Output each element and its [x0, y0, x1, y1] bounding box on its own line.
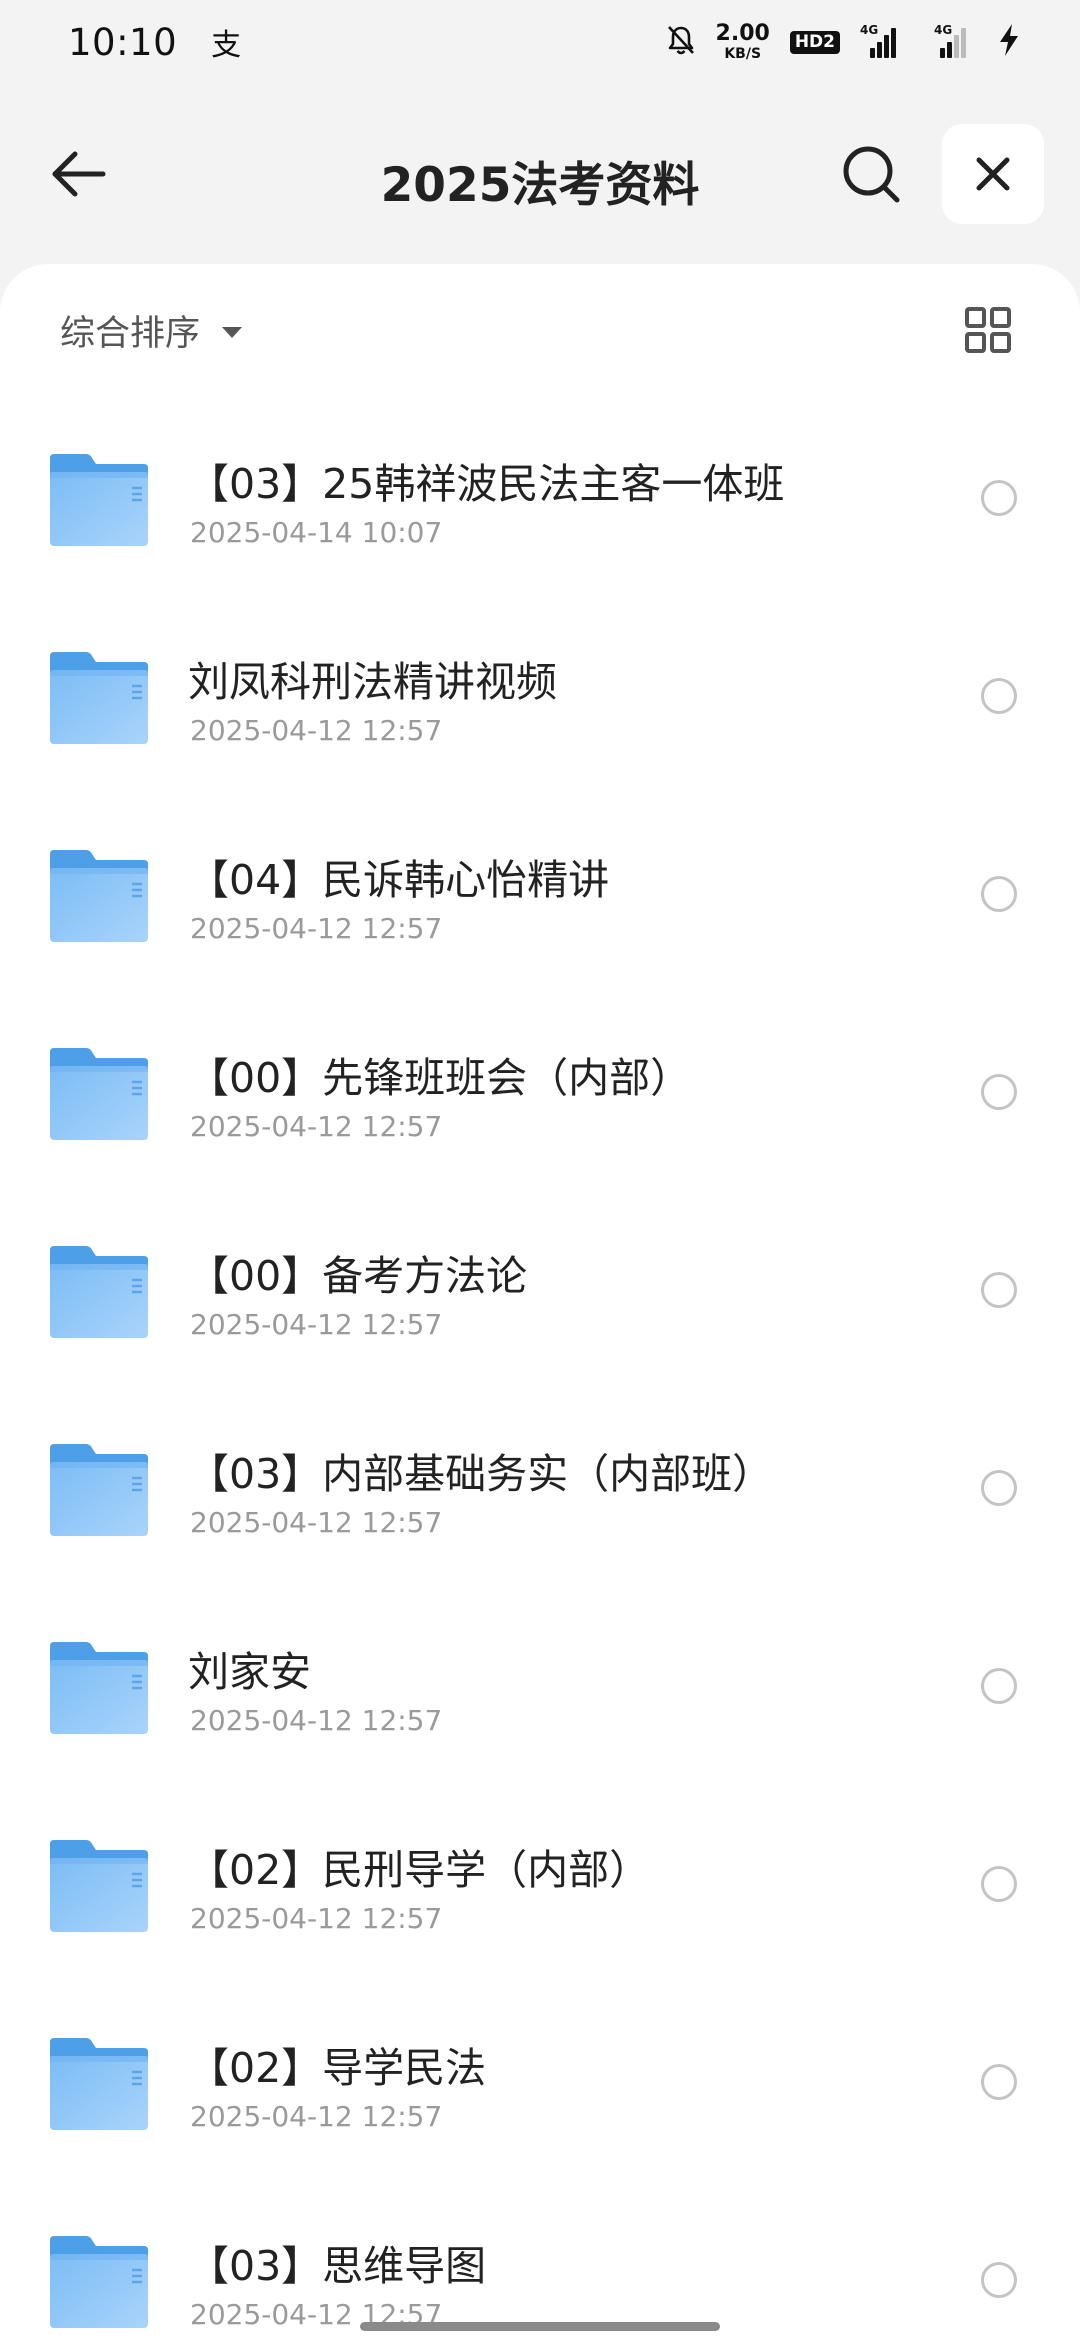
file-modified-date: 2025-04-12 12:57: [190, 1110, 443, 1143]
status-bar: 10:10 支 2.00 KB/S HD2 4G 4G: [0, 0, 1080, 84]
signal-icon: 4G: [860, 23, 906, 58]
file-list-item[interactable]: 【03】内部基础务实（内部班） 2025-04-12 12:57: [0, 1420, 1080, 1618]
file-modified-date: 2025-04-12 12:57: [190, 1506, 443, 1539]
signal-icon: 4G: [926, 23, 978, 58]
network-speed: 2.00 KB/S: [715, 21, 770, 62]
search-icon: [843, 146, 900, 203]
status-right: 2.00 KB/S HD2 4G 4G: [666, 23, 1020, 61]
folder-icon: [50, 2236, 148, 2328]
file-name: 【02】导学民法: [188, 2044, 487, 2092]
home-indicator[interactable]: [360, 2322, 720, 2331]
file-modified-date: 2025-04-12 12:57: [190, 1308, 443, 1341]
file-modified-date: 2025-04-12 12:57: [190, 912, 443, 945]
status-time: 10:10: [68, 20, 178, 64]
folder-icon: [50, 2038, 148, 2130]
folder-icon: [50, 652, 148, 744]
caret-down-icon: [222, 326, 243, 338]
sim1-network-label: 4G: [860, 23, 879, 37]
file-modified-date: 2025-04-12 12:57: [190, 1902, 443, 1935]
file-modified-date: 2025-04-14 10:07: [190, 516, 443, 549]
select-radio[interactable]: [981, 1074, 1017, 1110]
mute-bell-icon: [666, 24, 696, 60]
file-list-item[interactable]: 刘家安 2025-04-12 12:57: [0, 1618, 1080, 1816]
select-radio[interactable]: [981, 2064, 1017, 2100]
back-arrow-icon: [52, 151, 106, 197]
file-name: 【03】内部基础务实（内部班）: [188, 1450, 774, 1498]
file-modified-date: 2025-04-12 12:57: [190, 714, 443, 747]
file-name: 【04】民诉韩心怡精讲: [188, 856, 610, 904]
select-radio[interactable]: [981, 876, 1017, 912]
file-list-item[interactable]: 【00】备考方法论 2025-04-12 12:57: [0, 1222, 1080, 1420]
network-speed-value: 2.00: [715, 21, 770, 46]
file-list-item[interactable]: 【04】民诉韩心怡精讲 2025-04-12 12:57: [0, 826, 1080, 1024]
folder-icon: [50, 850, 148, 942]
file-modified-date: 2025-04-12 12:57: [190, 1704, 443, 1737]
file-browser-sheet: 综合排序 【03】25韩祥波民法主客一体班 2025-04-14 10:07 刘…: [0, 264, 1080, 2340]
file-list-item[interactable]: 【00】先锋班班会（内部） 2025-04-12 12:57: [0, 1024, 1080, 1222]
sim2-network-label: 4G: [934, 23, 953, 37]
folder-icon: [50, 454, 148, 546]
file-list-item[interactable]: 【03】思维导图 2025-04-12 12:57: [0, 2212, 1080, 2340]
select-radio[interactable]: [981, 2262, 1017, 2298]
folder-icon: [50, 1048, 148, 1140]
file-list: 【03】25韩祥波民法主客一体班 2025-04-14 10:07 刘凤科刑法精…: [0, 430, 1080, 2340]
select-radio[interactable]: [981, 1668, 1017, 1704]
alipay-notification-icon: 支: [211, 28, 242, 63]
file-list-item[interactable]: 【02】民刑导学（内部） 2025-04-12 12:57: [0, 1816, 1080, 2014]
close-button[interactable]: [942, 124, 1044, 224]
select-radio[interactable]: [981, 1866, 1017, 1902]
file-name: 【03】思维导图: [188, 2242, 487, 2290]
file-modified-date: 2025-04-12 12:57: [190, 2100, 443, 2133]
close-icon: [976, 157, 1010, 191]
folder-icon: [50, 1642, 148, 1734]
file-name: 【03】25韩祥波民法主客一体班: [188, 460, 785, 508]
page-title: 2025法考资料: [380, 158, 700, 213]
file-name: 【02】民刑导学（内部）: [188, 1846, 651, 1894]
file-name: 【00】先锋班班会（内部）: [188, 1054, 692, 1102]
select-radio[interactable]: [981, 480, 1017, 516]
status-left: 10:10 支: [68, 20, 241, 64]
sort-dropdown[interactable]: 综合排序: [60, 304, 243, 356]
sort-label: 综合排序: [60, 313, 201, 354]
charging-bolt-icon: [998, 23, 1020, 61]
top-app-bar: 2025法考资料: [0, 120, 1080, 228]
folder-icon: [50, 1840, 148, 1932]
search-button[interactable]: [836, 142, 906, 206]
grid-view-icon: [965, 307, 1011, 353]
file-name: 刘凤科刑法精讲视频: [188, 658, 557, 706]
folder-icon: [50, 1246, 148, 1338]
select-radio[interactable]: [981, 678, 1017, 714]
grid-view-button[interactable]: [962, 304, 1014, 356]
folder-icon: [50, 1444, 148, 1536]
file-list-item[interactable]: 刘凤科刑法精讲视频 2025-04-12 12:57: [0, 628, 1080, 826]
file-list-item[interactable]: 【03】25韩祥波民法主客一体班 2025-04-14 10:07: [0, 430, 1080, 628]
file-list-item[interactable]: 【02】导学民法 2025-04-12 12:57: [0, 2014, 1080, 2212]
back-button[interactable]: [44, 142, 114, 206]
file-name: 【00】备考方法论: [188, 1252, 528, 1300]
network-speed-unit: KB/S: [724, 46, 762, 62]
select-radio[interactable]: [981, 1272, 1017, 1308]
hd-voice-badge: HD2: [789, 30, 840, 54]
select-radio[interactable]: [981, 1470, 1017, 1506]
file-name: 刘家安: [188, 1648, 311, 1696]
